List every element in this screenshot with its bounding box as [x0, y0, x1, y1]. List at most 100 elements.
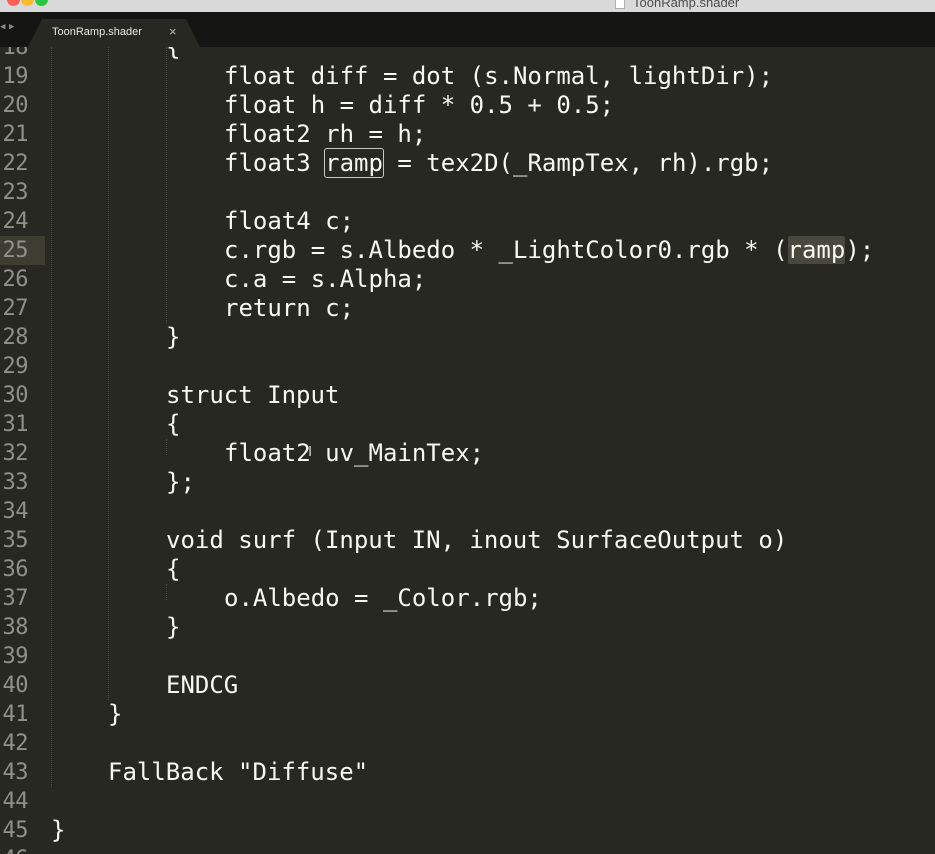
line-text: float2 uv_MainTex;: [224, 439, 485, 467]
line-text: {: [166, 410, 181, 438]
line-text: c.rgb = s.Albedo * _LightColor0.rgb * (r…: [224, 236, 874, 265]
minimize-window-button[interactable]: [21, 0, 34, 6]
line-number: 27: [2, 296, 29, 321]
document-icon: [615, 0, 625, 9]
code-segment: = tex2D(_RampTex, rh).rgb;: [382, 149, 774, 177]
code-line[interactable]: 35 void surf (Input IN, inout SurfaceOut…: [0, 526, 935, 555]
line-number: 25: [2, 238, 29, 263]
code-line[interactable]: 28 }: [0, 323, 935, 352]
window-titlebar: ToonRamp.shader: [0, 0, 935, 12]
tab-next-icon[interactable]: ▶: [9, 22, 14, 32]
line-number: 44: [2, 789, 29, 814]
code-line[interactable]: 26 c.a = s.Alpha;: [0, 265, 935, 294]
code-line[interactable]: 22 float3 ramp = tex2D(_RampTex, rh).rgb…: [0, 148, 935, 178]
code-line[interactable]: 36 {: [0, 555, 935, 584]
close-window-button[interactable]: [7, 0, 20, 6]
line-number: 19: [2, 64, 29, 89]
line-text: };: [166, 468, 195, 496]
tab-prev-icon[interactable]: ◀: [0, 22, 5, 32]
code-line[interactable]: 44: [0, 787, 935, 816]
line-number: 21: [2, 122, 29, 147]
line-text: ENDCG: [166, 671, 239, 699]
line-number: 40: [2, 673, 29, 698]
line-text: return c;: [224, 294, 355, 322]
line-number: 22: [2, 151, 29, 176]
code-line[interactable]: 33 };: [0, 468, 935, 497]
code-line[interactable]: 31 {: [0, 410, 935, 439]
line-text: {: [166, 47, 181, 61]
line-text: }: [166, 613, 181, 641]
code-line[interactable]: 19 float diff = dot (s.Normal, lightDir)…: [0, 62, 935, 91]
line-text: c.a = s.Alpha;: [224, 265, 427, 293]
text-ibeam-cursor-icon: I: [308, 443, 313, 460]
code-line[interactable]: 32 float2 uv_MainTex;: [0, 439, 935, 468]
line-number: 18: [2, 47, 29, 60]
tab-bar: ◀ ▶ ToonRamp.shader ×: [0, 12, 935, 47]
line-text: }: [108, 700, 123, 728]
line-number: 20: [2, 93, 29, 118]
code-line[interactable]: 21 float2 rh = h;: [0, 120, 935, 149]
code-line[interactable]: 43 FallBack "Diffuse": [0, 758, 935, 787]
tab-close-icon[interactable]: ×: [169, 24, 177, 39]
code-line[interactable]: 42: [0, 729, 935, 758]
line-number: 42: [2, 731, 29, 756]
code-line[interactable]: 18 {: [0, 47, 935, 62]
line-number: 43: [2, 760, 29, 785]
line-text: float diff = dot (s.Normal, lightDir);: [224, 62, 774, 90]
tab-toonramp-shader[interactable]: ToonRamp.shader ×: [28, 19, 200, 47]
line-number: 37: [2, 586, 29, 611]
code-line[interactable]: 27 return c;: [0, 294, 935, 323]
line-text: o.Albedo = _Color.rgb;: [224, 584, 542, 612]
line-text: }: [51, 816, 66, 844]
selected-word-ramp[interactable]: ramp: [324, 148, 384, 178]
line-number: 32: [2, 441, 29, 466]
code-line[interactable]: 37 o.Albedo = _Color.rgb;: [0, 584, 935, 613]
code-line[interactable]: 23: [0, 178, 935, 207]
highlighted-word-ramp[interactable]: ramp: [787, 236, 846, 264]
code-line[interactable]: 38 }: [0, 613, 935, 642]
line-number: 24: [2, 209, 29, 234]
line-text: struct Input: [166, 381, 340, 409]
code-line[interactable]: 20 float h = diff * 0.5 + 0.5;: [0, 91, 935, 120]
code-line[interactable]: 30 struct Input: [0, 381, 935, 410]
code-line[interactable]: 24 float4 c;: [0, 207, 935, 236]
line-number: 34: [2, 499, 29, 524]
line-number: 28: [2, 325, 29, 350]
line-text: FallBack "Diffuse": [108, 758, 369, 786]
code-segment: );: [845, 236, 875, 264]
line-number: 35: [2, 528, 29, 553]
line-number: 46: [0, 845, 29, 854]
line-text: float3 ramp = tex2D(_RampTex, rh).rgb;: [224, 148, 774, 178]
code-editor[interactable]: 18 { 19 float diff = dot (s.Normal, ligh…: [0, 47, 935, 854]
code-line[interactable]: 39: [0, 642, 935, 671]
code-segment: float3: [224, 149, 326, 177]
line-number: 39: [2, 644, 29, 669]
line-text: }: [166, 323, 181, 351]
zoom-window-button[interactable]: [35, 0, 48, 6]
line-number: 38: [2, 615, 29, 640]
line-text: float4 c;: [224, 207, 355, 235]
window-title: ToonRamp.shader: [633, 0, 740, 10]
line-number: 36: [2, 557, 29, 582]
line-number: 33: [2, 470, 29, 495]
line-text: float2 rh = h;: [224, 120, 427, 148]
code-line[interactable]: 29: [0, 352, 935, 381]
code-line[interactable]: 46: [0, 845, 935, 854]
line-text: float h = diff * 0.5 + 0.5;: [224, 91, 615, 119]
line-number: 26: [2, 267, 29, 292]
line-number: 29: [2, 354, 29, 379]
line-number: 23: [2, 180, 29, 205]
code-line[interactable]: 41 }: [0, 700, 935, 729]
code-line[interactable]: 34: [0, 497, 935, 526]
line-text: void surf (Input IN, inout SurfaceOutput…: [166, 526, 788, 554]
line-number: 41: [2, 702, 29, 727]
code-line[interactable]: 45 }: [0, 816, 935, 845]
line-text: {: [166, 555, 181, 583]
line-number: 31: [2, 412, 29, 437]
code-segment: c.rgb = s.Albedo * _LightColor0.rgb * (: [224, 236, 788, 264]
code-line[interactable]: 40 ENDCG: [0, 671, 935, 700]
line-number: 45: [2, 818, 29, 843]
current-code-line[interactable]: 25 c.rgb = s.Albedo * _LightColor0.rgb *…: [0, 236, 935, 265]
line-number: 30: [2, 383, 29, 408]
tab-label: ToonRamp.shader: [52, 26, 142, 38]
